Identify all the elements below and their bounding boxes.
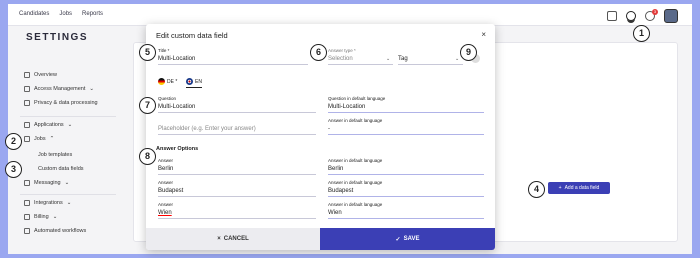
- flag-uk-icon: [186, 78, 193, 85]
- answer-type-select[interactable]: Selection: [328, 54, 393, 65]
- card-icon: [24, 214, 30, 220]
- nav-reports[interactable]: Reports: [82, 11, 103, 17]
- callout-marker: 6: [310, 44, 327, 61]
- plug-icon: [24, 200, 30, 206]
- sidebar-subitem-job-templates[interactable]: Job templates: [38, 152, 72, 158]
- close-icon[interactable]: ×: [481, 30, 486, 39]
- chevron-down-icon: ⌄: [455, 56, 460, 62]
- save-button[interactable]: ✓ SAVE: [320, 228, 495, 250]
- question-label: Question: [158, 96, 177, 101]
- callout-marker: 1: [633, 25, 650, 42]
- sidebar-item-messaging[interactable]: Messaging ⌄: [24, 180, 69, 186]
- tab-lang-en[interactable]: EN: [186, 78, 202, 88]
- question-default-value: Multi-Location: [328, 102, 484, 113]
- tab-lang-de[interactable]: DE *: [158, 78, 177, 85]
- top-icons: 3: [607, 9, 678, 23]
- callout-marker: 4: [528, 181, 545, 198]
- chevron-up-icon: ⌃: [49, 136, 55, 142]
- answer-default-label: Answer in default language: [328, 118, 383, 123]
- chat-icon[interactable]: [607, 11, 617, 21]
- answer-default-value: Budapest: [328, 186, 484, 197]
- notification-badge: 3: [652, 9, 658, 15]
- chevron-down-icon: ⌄: [64, 180, 70, 186]
- nav-candidates[interactable]: Candidates: [19, 11, 49, 17]
- settings-gear-icon[interactable]: [626, 11, 636, 21]
- chevron-down-icon: ⌄: [52, 214, 58, 220]
- briefcase-icon: [24, 136, 30, 142]
- answer-default-label: Answer in default language: [328, 180, 383, 185]
- folder-icon: [24, 122, 30, 128]
- answer-options-heading: Answer Options: [156, 146, 199, 152]
- sidebar-item-access-management[interactable]: Access Management ⌄: [24, 86, 94, 92]
- sidebar-item-jobs[interactable]: Jobs ⌃: [24, 136, 54, 142]
- title-input[interactable]: Multi-Location: [158, 54, 308, 65]
- answer-default-label: Answer in default language: [328, 202, 383, 207]
- callout-marker: 3: [5, 161, 22, 178]
- lock-icon: [24, 100, 30, 106]
- add-data-field-button[interactable]: + Add a data field: [548, 182, 610, 194]
- chevron-down-icon: ⌄: [67, 122, 73, 128]
- answer-type-label: Answer type *: [328, 48, 356, 53]
- callout-marker: 5: [139, 44, 156, 61]
- nav-jobs[interactable]: Jobs: [59, 11, 72, 17]
- workflow-icon: [24, 228, 30, 234]
- chevron-down-icon: ⌄: [386, 56, 391, 62]
- answer-default-value: Wien: [328, 208, 484, 219]
- answer-default-value: -: [328, 124, 484, 135]
- callout-marker: 8: [139, 148, 156, 165]
- title-label: Title *: [158, 48, 170, 53]
- sidebar-item-overview[interactable]: Overview: [24, 72, 57, 78]
- flag-de-icon: [158, 78, 165, 85]
- cancel-button[interactable]: × CANCEL: [146, 228, 320, 250]
- callout-marker: 7: [139, 97, 156, 114]
- sidebar-item-integrations[interactable]: Integrations ⌄: [24, 200, 71, 206]
- avatar[interactable]: [664, 9, 678, 23]
- sidebar-item-privacy[interactable]: Privacy & data processing: [24, 100, 98, 106]
- answer-label: Answer: [158, 158, 174, 163]
- notifications-icon[interactable]: 3: [645, 9, 658, 21]
- check-icon: ✓: [395, 236, 401, 243]
- home-icon: [24, 72, 30, 78]
- sidebar-divider: [20, 194, 116, 195]
- placeholder-input[interactable]: Placeholder (e.g. Enter your answer): [158, 124, 316, 135]
- tag-select[interactable]: Tag: [398, 54, 463, 65]
- answer-default-value: Berlin: [328, 164, 484, 175]
- answer-label: Answer: [158, 202, 174, 207]
- plus-icon: +: [558, 185, 562, 191]
- top-bar: Candidates Jobs Reports 3: [8, 4, 692, 26]
- close-icon: ×: [217, 236, 221, 242]
- question-input[interactable]: Multi-Location: [158, 102, 316, 113]
- callout-marker: 2: [5, 133, 22, 150]
- settings-title: SETTINGS: [26, 32, 89, 43]
- modal-title: Edit custom data field: [156, 31, 228, 40]
- chevron-down-icon: ⌄: [89, 86, 94, 92]
- top-nav: Candidates Jobs Reports: [19, 11, 103, 17]
- sidebar-divider: [20, 116, 116, 117]
- answer-input[interactable]: Wien: [158, 208, 316, 219]
- sidebar-item-billing[interactable]: Billing ⌄: [24, 214, 57, 220]
- answer-input[interactable]: Berlin: [158, 164, 316, 175]
- answer-label: Answer: [158, 180, 174, 185]
- sidebar-item-automated-workflows[interactable]: Automated workflows: [24, 228, 86, 234]
- chevron-down-icon: ⌄: [66, 200, 72, 206]
- answer-default-label: Answer in default language: [328, 158, 383, 163]
- answer-input[interactable]: Budapest: [158, 186, 316, 197]
- question-default-label: Question in default language: [328, 96, 386, 101]
- key-icon: [24, 86, 30, 92]
- callout-marker: 9: [460, 44, 477, 61]
- mail-icon: [24, 180, 30, 186]
- sidebar-item-applications[interactable]: Applications ⌄: [24, 122, 72, 128]
- sidebar-subitem-custom-data-fields[interactable]: Custom data fields: [38, 166, 84, 172]
